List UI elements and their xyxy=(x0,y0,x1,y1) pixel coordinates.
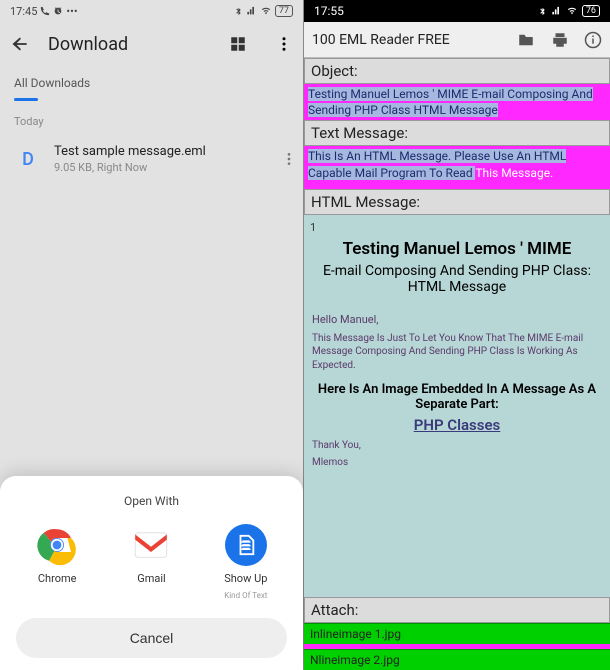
wifi-icon xyxy=(260,6,272,16)
info-icon[interactable] xyxy=(584,31,602,49)
more-status-icon: ••• xyxy=(66,5,77,18)
app-label: Show Up xyxy=(224,572,267,585)
more-icon[interactable] xyxy=(275,35,293,53)
app-label: Chrome xyxy=(38,572,77,585)
folder-icon[interactable] xyxy=(516,31,536,49)
html-title: Testing Manuel Lemos ' MIME xyxy=(310,234,604,263)
back-icon[interactable] xyxy=(10,34,30,54)
status-time: 17:55 xyxy=(314,4,344,18)
tab-all-downloads[interactable]: All Downloads xyxy=(0,66,303,98)
html-body: This Message Is Just To Let You Know Tha… xyxy=(312,332,602,373)
html-thank2: Mlemos xyxy=(312,457,602,468)
file-row[interactable]: D Test sample message.eml 9.05 KB, Right… xyxy=(0,134,303,184)
left-phone: 17:45 ••• 77 Download All Downloads Toda… xyxy=(0,0,304,670)
file-sub: 9.05 KB, Right Now xyxy=(54,161,269,174)
app-gmail[interactable]: Gmail xyxy=(111,524,191,600)
object-value[interactable]: Testing Manuel Lemos ' MIME E-mail Compo… xyxy=(304,84,610,120)
signal-icon xyxy=(246,6,257,16)
wifi-icon xyxy=(566,6,578,16)
eml-toolbar: 100 EML Reader FREE xyxy=(304,22,610,58)
html-greeting: Hello Manuel, xyxy=(312,313,602,326)
open-with-sheet: Open With Chrome Gmail xyxy=(0,476,303,670)
app-chrome[interactable]: Chrome xyxy=(17,524,97,600)
app-sublabel: Kind Of Text xyxy=(224,591,267,600)
html-embed-title: Here Is An Image Embedded In A Message A… xyxy=(316,382,598,412)
page-title: Download xyxy=(48,34,211,55)
app-list: Chrome Gmail Show Up Kind Of Text xyxy=(10,524,293,600)
bluetooth-icon xyxy=(538,6,547,17)
text-message-value[interactable]: This Is An HTML Message. Please Use An H… xyxy=(304,146,610,182)
grid-view-icon[interactable] xyxy=(229,35,247,53)
status-time: 17:45 xyxy=(10,5,37,18)
alarm-icon xyxy=(53,6,63,16)
attachment-item[interactable]: Nlineimage 2.jpg xyxy=(304,649,610,670)
object-label: Object: xyxy=(304,58,610,84)
battery-indicator: 76 xyxy=(582,5,600,17)
file-meta: Test sample message.eml 9.05 KB, Right N… xyxy=(54,144,269,174)
download-header: Download xyxy=(0,22,303,66)
status-bar-right: 17:55 76 xyxy=(304,0,610,22)
html-subtitle: E-mail Composing And Sending PHP Class: … xyxy=(310,263,604,299)
section-today: Today xyxy=(0,101,303,134)
battery-indicator: 77 xyxy=(275,5,293,17)
gmail-icon xyxy=(130,524,172,566)
html-message-area[interactable]: 1 Testing Manuel Lemos ' MIME E-mail Com… xyxy=(304,215,610,597)
file-more-icon[interactable] xyxy=(281,151,297,167)
app-label: Gmail xyxy=(137,572,165,585)
chrome-icon xyxy=(36,524,78,566)
signal-icon xyxy=(551,6,562,16)
attachment-item[interactable]: Inlineimage 1.jpg xyxy=(304,623,610,644)
phone-icon xyxy=(40,6,50,16)
right-phone: 17:55 76 100 EML Reader FREE Object: Tes… xyxy=(304,0,610,670)
html-one: 1 xyxy=(310,221,604,234)
app-showup[interactable]: Show Up Kind Of Text xyxy=(206,524,286,600)
html-link[interactable]: PHP Classes xyxy=(310,416,604,434)
cancel-button[interactable]: Cancel xyxy=(16,618,288,658)
print-icon[interactable] xyxy=(550,31,570,49)
app-title: 100 EML Reader FREE xyxy=(312,32,502,48)
file-thumb: D xyxy=(14,145,42,173)
html-thank1: Thank You, xyxy=(312,440,602,451)
html-message-label: HTML Message: xyxy=(304,189,610,215)
attach-label: Attach: xyxy=(304,597,610,623)
text-message-label: Text Message: xyxy=(304,120,610,146)
sheet-title: Open With xyxy=(10,494,293,508)
document-icon xyxy=(225,524,267,566)
file-name: Test sample message.eml xyxy=(54,144,269,159)
status-bar-left: 17:45 ••• 77 xyxy=(0,0,303,22)
bluetooth-icon xyxy=(234,6,243,17)
